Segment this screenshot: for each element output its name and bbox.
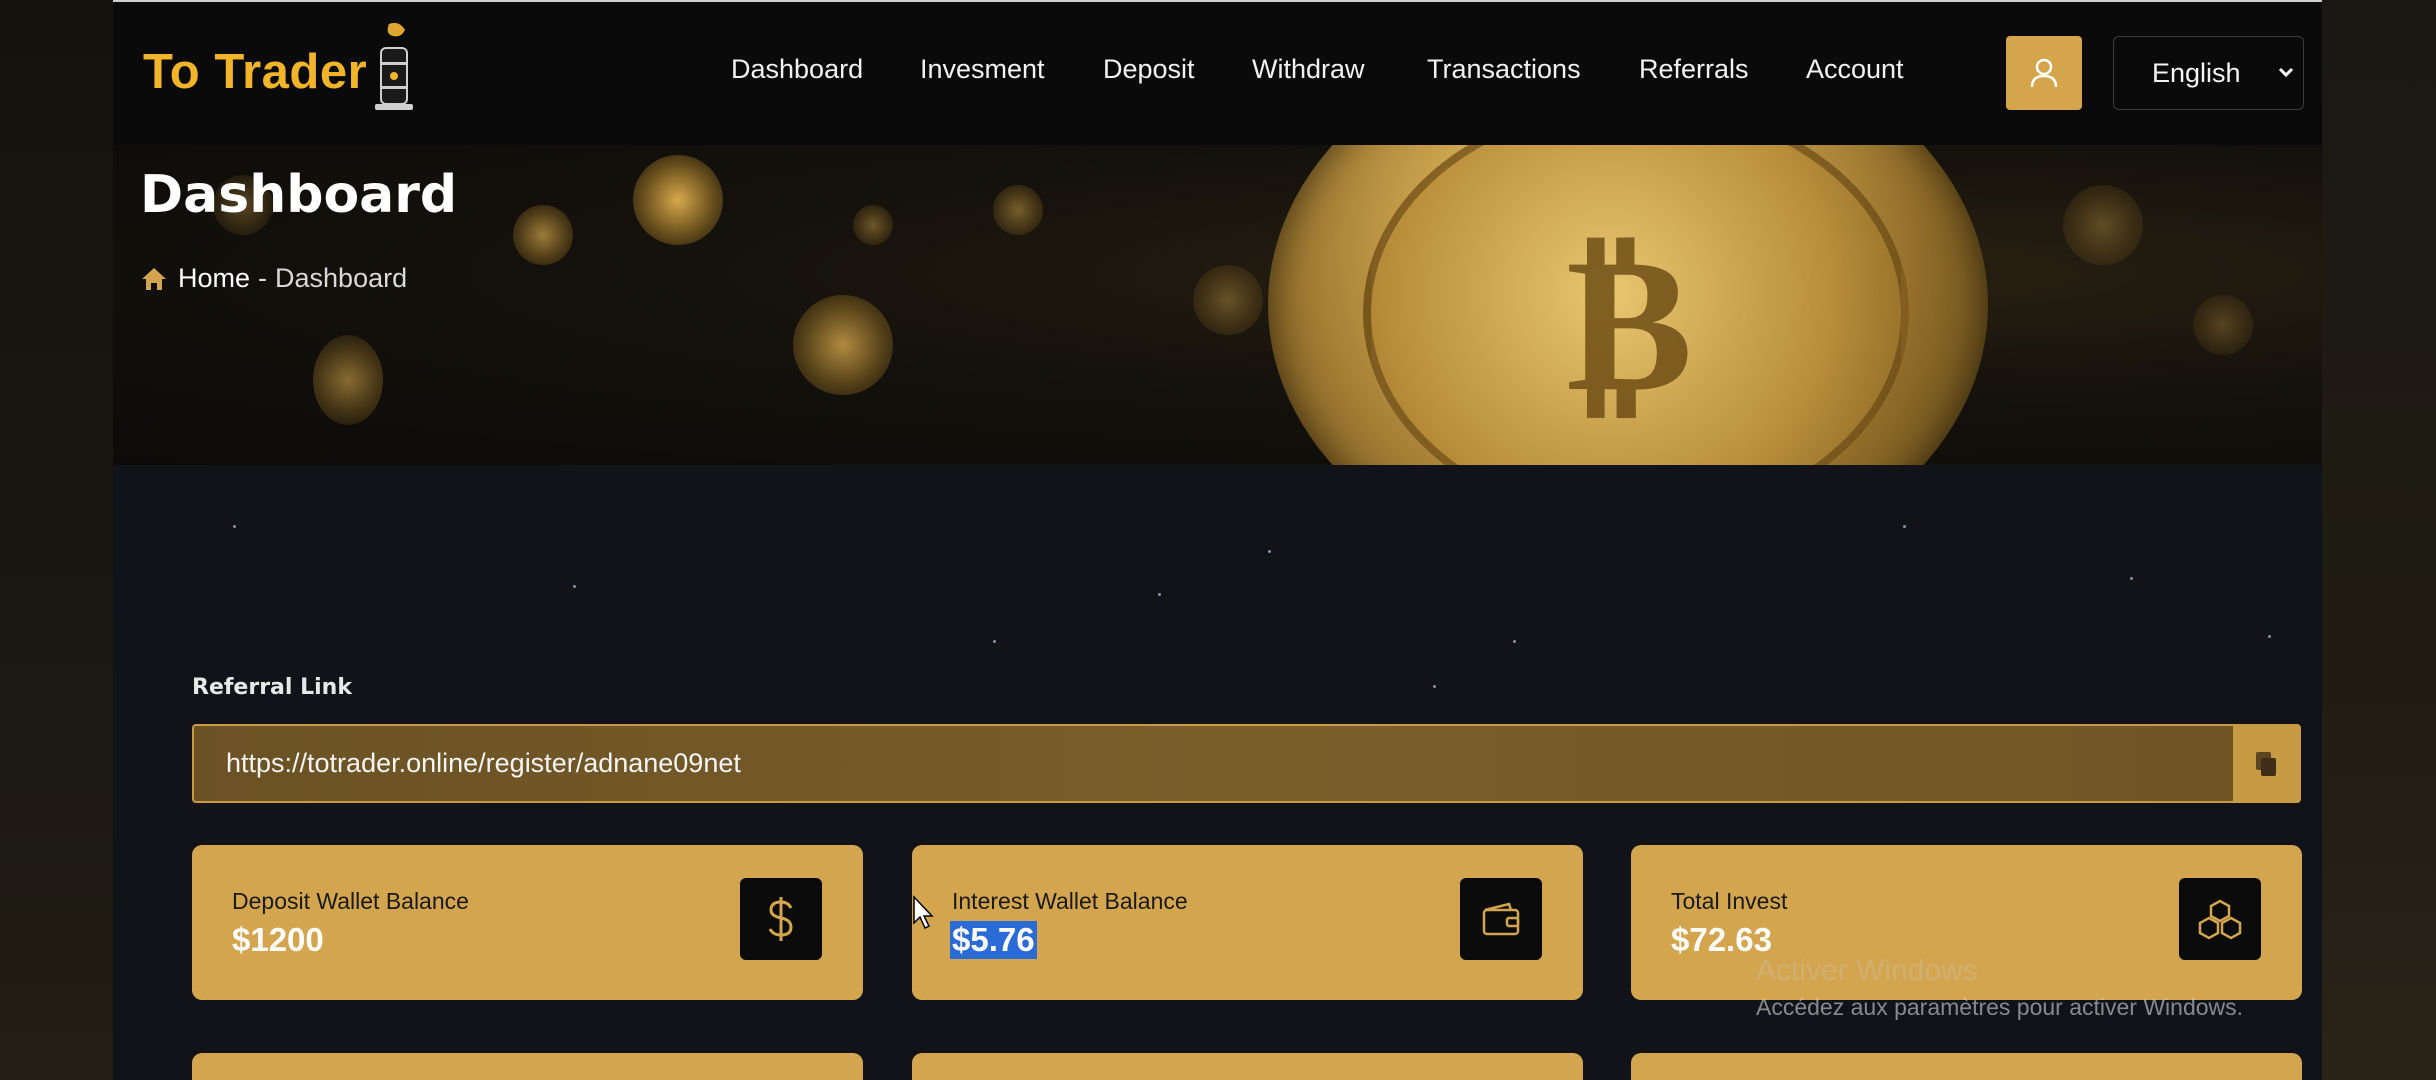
breadcrumb-separator: - bbox=[258, 263, 268, 293]
bokeh-light bbox=[793, 295, 893, 395]
star-dot bbox=[2268, 635, 2271, 638]
referral-link-label: Referral Link bbox=[192, 675, 352, 700]
right-backdrop bbox=[2322, 0, 2436, 1080]
star-dot bbox=[2130, 577, 2133, 580]
bokeh-light bbox=[313, 335, 383, 425]
star-dot bbox=[1268, 550, 1271, 553]
copy-icon bbox=[2256, 751, 2276, 776]
navbar: To Trader Dashboard Invesment Deposit Wi… bbox=[113, 2, 2322, 146]
card-icon-box bbox=[2179, 878, 2261, 960]
star-dot bbox=[1158, 593, 1161, 596]
card-label: Total Invest bbox=[1671, 888, 1788, 914]
hero-banner: ₿ Dashboard Home - Dashboard bbox=[113, 145, 2322, 465]
bokeh-light bbox=[993, 185, 1043, 235]
nav-invesment[interactable]: Invesment bbox=[920, 54, 1045, 85]
nav-dashboard[interactable]: Dashboard bbox=[731, 54, 863, 85]
page-title: Dashboard bbox=[140, 165, 458, 225]
star-dot bbox=[993, 640, 996, 643]
card-partial bbox=[1631, 1053, 2302, 1080]
user-icon bbox=[2030, 58, 2058, 88]
referral-link-field[interactable]: https://totrader.online/register/adnane0… bbox=[192, 724, 2301, 803]
watermark-subtitle: Accédez aux paramètres pour activer Wind… bbox=[1756, 994, 2244, 1020]
star-dot bbox=[1903, 525, 1906, 528]
bokeh-light bbox=[2063, 185, 2143, 265]
breadcrumb-home[interactable]: Home bbox=[178, 263, 250, 294]
copy-button[interactable] bbox=[2233, 726, 2299, 801]
left-backdrop bbox=[0, 0, 113, 1080]
wallet-icon bbox=[1482, 902, 1520, 936]
card-icon-box bbox=[1460, 878, 1542, 960]
card-icon-box bbox=[740, 878, 822, 960]
bokeh-light bbox=[1193, 265, 1263, 335]
card-partial bbox=[192, 1053, 863, 1080]
deposit-wallet-card: Deposit Wallet Balance $1200 bbox=[192, 845, 863, 1000]
star-dot bbox=[233, 525, 236, 528]
user-button[interactable] bbox=[2006, 36, 2082, 110]
breadcrumb-current: Dashboard bbox=[275, 263, 408, 293]
bokeh-light bbox=[2193, 295, 2253, 355]
nav-withdraw[interactable]: Withdraw bbox=[1252, 54, 1365, 85]
watermark-title: Activer Windows bbox=[1756, 954, 1978, 987]
nav-account[interactable]: Account bbox=[1806, 54, 1904, 85]
bokeh-light bbox=[853, 205, 893, 245]
oil-barrel-icon bbox=[375, 22, 414, 110]
mouse-cursor-icon bbox=[913, 895, 934, 930]
interest-wallet-card: Interest Wallet Balance $5.76 bbox=[912, 845, 1583, 1000]
logo-text: To Trader bbox=[143, 45, 368, 99]
page: To Trader Dashboard Invesment Deposit Wi… bbox=[113, 0, 2322, 1080]
card-partial bbox=[912, 1053, 1583, 1080]
card-label: Deposit Wallet Balance bbox=[232, 888, 469, 914]
logo[interactable]: To Trader bbox=[143, 22, 417, 120]
home-icon bbox=[142, 267, 166, 290]
breadcrumb: Home - Dashboard bbox=[140, 263, 407, 294]
bokeh-light bbox=[633, 155, 723, 245]
windows-activation-watermark: Activer Windows Accédez aux paramètres p… bbox=[1756, 954, 2243, 1021]
referral-link-value[interactable]: https://totrader.online/register/adnane0… bbox=[226, 748, 2233, 779]
star-dot bbox=[1513, 640, 1516, 643]
dollar-icon bbox=[768, 897, 793, 941]
chevron-down-icon bbox=[2278, 67, 2294, 78]
cubes-icon bbox=[2198, 899, 2242, 940]
star-dot bbox=[1433, 685, 1436, 688]
card-value: $1200 bbox=[232, 921, 324, 958]
star-dot bbox=[573, 585, 576, 588]
card-label: Interest Wallet Balance bbox=[952, 888, 1188, 914]
bokeh-light bbox=[513, 205, 573, 265]
nav-referrals[interactable]: Referrals bbox=[1639, 54, 1749, 85]
nav-transactions[interactable]: Transactions bbox=[1427, 54, 1581, 85]
language-select[interactable]: English bbox=[2113, 36, 2304, 110]
nav-deposit[interactable]: Deposit bbox=[1103, 54, 1195, 85]
bitcoin-coin-image: ₿ bbox=[1268, 145, 1988, 465]
language-value: English bbox=[2152, 57, 2241, 88]
card-value: $5.76 bbox=[950, 921, 1037, 959]
